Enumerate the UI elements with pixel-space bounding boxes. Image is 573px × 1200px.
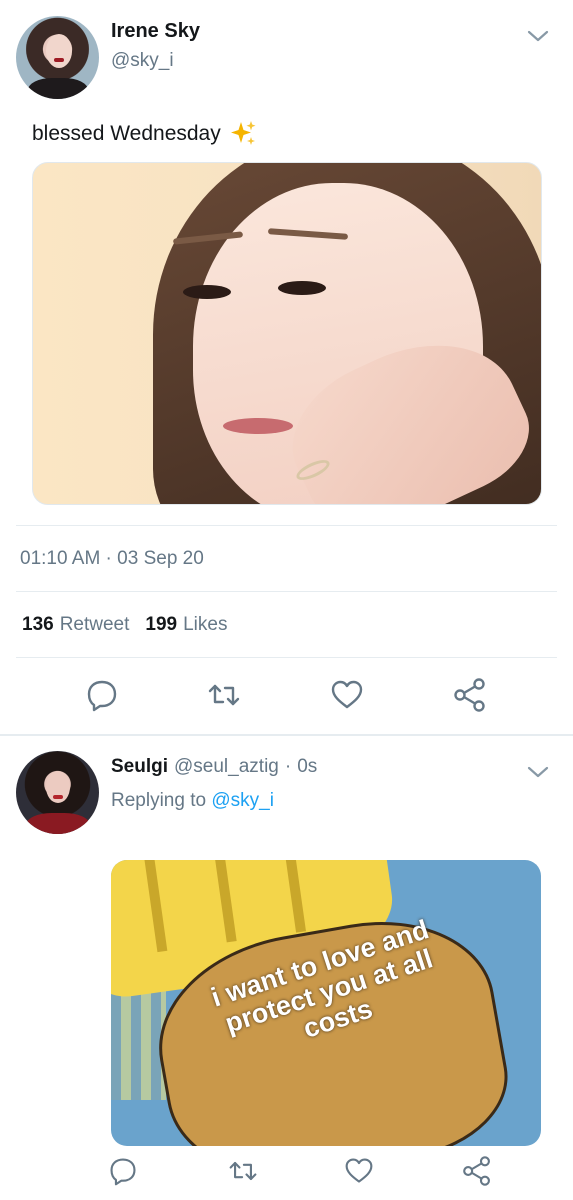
- avatar-body: [26, 813, 90, 834]
- sleeve-stripe: [210, 860, 237, 943]
- avatar-lips: [54, 58, 64, 62]
- avatar-face: [46, 34, 72, 68]
- reply-actions: [0, 1156, 573, 1196]
- reply-author-name[interactable]: Seulgi: [111, 756, 168, 778]
- like-icon[interactable]: [330, 678, 364, 712]
- share-icon[interactable]: [453, 678, 487, 712]
- like-icon[interactable]: [344, 1156, 374, 1186]
- sleeve-stripe: [279, 860, 306, 933]
- photo-lips: [223, 418, 293, 434]
- like-count[interactable]: 199: [145, 614, 177, 636]
- reply-avatar[interactable]: [16, 751, 99, 834]
- author-handle[interactable]: @sky_i: [111, 50, 174, 72]
- tweet-photo[interactable]: [32, 162, 542, 505]
- retweet-icon[interactable]: [207, 678, 241, 712]
- avatar-body: [28, 78, 88, 99]
- like-label[interactable]: Likes: [183, 614, 227, 636]
- chevron-down-icon[interactable]: [526, 24, 550, 48]
- avatar-lips: [53, 795, 63, 799]
- replying-prefix: Replying to: [111, 790, 207, 811]
- divider: [16, 525, 557, 526]
- reply-icon[interactable]: [108, 1156, 138, 1186]
- retweet-label[interactable]: Retweet: [60, 614, 130, 636]
- tweet-text-content: blessed Wednesday: [32, 122, 221, 145]
- sparkles-icon: [230, 121, 256, 145]
- divider: [16, 657, 557, 658]
- reply-author-handle[interactable]: @seul_aztig: [174, 756, 279, 778]
- reply-time: 0s: [297, 756, 318, 777]
- author-name[interactable]: Irene Sky: [111, 20, 200, 43]
- photo-eye: [278, 281, 326, 295]
- reply-photo[interactable]: i want to love and protect you at all co…: [111, 860, 541, 1146]
- main-tweet: Irene Sky @sky_i blessed Wednesday 01:10…: [0, 0, 573, 735]
- tweet-text: blessed Wednesday: [32, 120, 257, 148]
- replying-to: Replying to @sky_i: [111, 790, 274, 812]
- reply-icon[interactable]: [85, 678, 119, 712]
- retweet-icon[interactable]: [228, 1156, 258, 1186]
- tweet-stats: 136 Retweet 199 Likes: [22, 614, 237, 636]
- photo-eye: [183, 285, 231, 299]
- reply-header: Seulgi @seul_aztig · 0s: [111, 756, 317, 778]
- section-separator: [0, 734, 573, 736]
- tweet-actions: [0, 678, 573, 718]
- retweet-count[interactable]: 136: [22, 614, 54, 636]
- avatar[interactable]: [16, 16, 99, 99]
- reply-separator: ·: [284, 756, 292, 777]
- chevron-down-icon[interactable]: [526, 760, 550, 784]
- replying-mention[interactable]: @sky_i: [211, 790, 274, 811]
- sleeve-stripe: [140, 860, 168, 953]
- tweet-timestamp: 01:10 AM · 03 Sep 20: [20, 548, 204, 569]
- share-icon[interactable]: [462, 1156, 492, 1186]
- divider: [16, 591, 557, 592]
